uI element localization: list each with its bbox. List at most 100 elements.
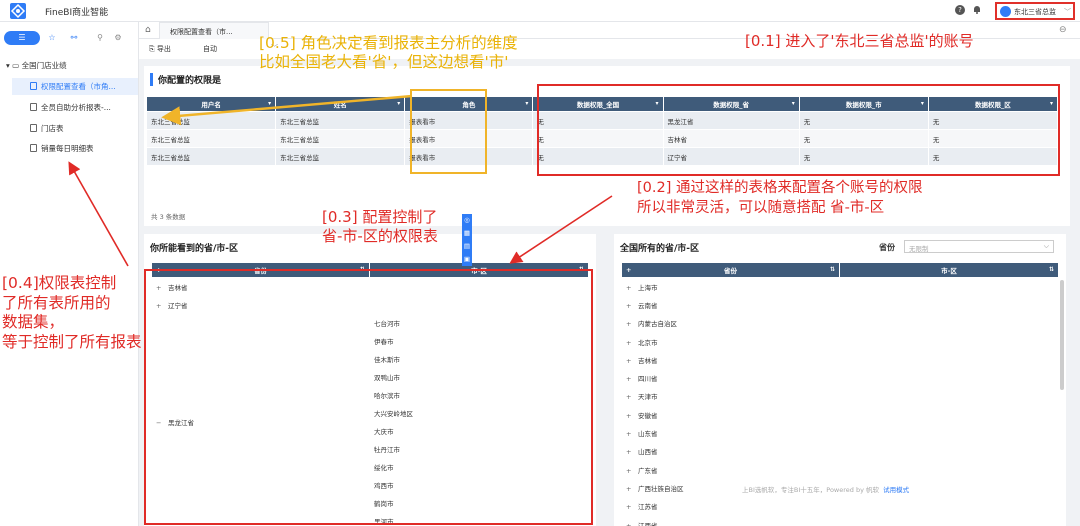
export-button[interactable]: ⎘ 导出 xyxy=(149,44,171,54)
expand-icon[interactable]: + xyxy=(626,522,634,526)
caret-down-icon[interactable]: ▾ xyxy=(921,100,924,107)
permission-config-panel: 你配置的权限是 用户名 ▾ 姓名 ▾ 角色 ▾ 数据权限_全国 ▾ 数据权限_省 ▾ 数据权限_市 ▾… xyxy=(144,66,1070,226)
expand-icon[interactable]: + xyxy=(626,448,634,456)
expand-icon[interactable]: + xyxy=(626,357,634,365)
column-header-city[interactable]: 市-区 ⇅ xyxy=(369,262,589,278)
column-header-city[interactable]: 市-区 ⇅ xyxy=(839,262,1059,278)
collapse-icon[interactable]: − xyxy=(156,419,164,427)
sidebar-item-permission-view[interactable]: 权限配置查看（市角... xyxy=(12,78,138,95)
province-cell[interactable]: + 山东省 xyxy=(621,423,840,443)
column-header[interactable]: 数据权限_全国 ▾ xyxy=(532,96,664,112)
table-icon[interactable]: ▤ xyxy=(462,240,472,253)
province-cell[interactable]: + 江苏省 xyxy=(621,496,840,516)
table-cell: 报表看市 xyxy=(404,111,534,130)
table-cell: 报表看市 xyxy=(404,147,534,166)
caret-down-icon[interactable]: ▾ xyxy=(656,100,659,107)
province-label: 辽宁省 xyxy=(168,301,188,310)
province-cell[interactable]: + 云南省 xyxy=(621,295,840,315)
city-cell: 黑河市 xyxy=(369,511,589,526)
column-header-province[interactable]: + 省份 ⇅ xyxy=(151,262,370,278)
city-cell xyxy=(839,459,1059,480)
province-cell[interactable]: + 辽宁省 xyxy=(151,295,370,314)
bell-icon[interactable] xyxy=(973,5,981,14)
province-cell[interactable]: + 江西省 xyxy=(621,514,840,526)
table-row: + 内蒙古自治区 xyxy=(621,313,1059,333)
expand-icon[interactable]: + xyxy=(626,412,634,420)
province-cell[interactable]: + 上海市 xyxy=(621,276,840,297)
column-header-province[interactable]: + 省份 ⇅ xyxy=(621,262,840,278)
expand-icon[interactable]: + xyxy=(626,375,634,383)
caret-down-icon[interactable]: ▾ xyxy=(1050,100,1053,107)
city-cell: 大兴安岭地区 xyxy=(369,403,589,422)
city-cell xyxy=(839,331,1059,352)
province-cell[interactable]: + 山西省 xyxy=(621,441,840,461)
province-cell[interactable]: − 黑龙江省 xyxy=(151,313,370,526)
expand-icon[interactable]: + xyxy=(626,503,634,511)
chevron-down-icon: ⌵ xyxy=(1043,242,1049,250)
filter-icon[interactable]: ▣ xyxy=(462,253,472,266)
sidebar-item-self-analysis[interactable]: 全员自助分析报表-... xyxy=(30,102,111,113)
province-cell[interactable]: + 吉林省 xyxy=(151,277,370,296)
expand-icon[interactable]: + xyxy=(626,284,634,292)
style-icon[interactable]: ◎ xyxy=(462,214,472,227)
expand-icon[interactable]: + xyxy=(626,302,634,310)
user-menu[interactable]: 东北三省总监 ﹀ xyxy=(995,2,1075,20)
user-name: 东北三省总监 xyxy=(1014,8,1056,16)
province-cell[interactable]: + 四川省 xyxy=(621,368,840,388)
province-label: 吉林省 xyxy=(168,283,188,292)
annotation-line: 等于控制了所有报表 xyxy=(2,332,142,351)
column-header[interactable]: 数据权限_区 ▾ xyxy=(927,96,1059,112)
column-header[interactable]: 数据权限_市 ▾ xyxy=(798,96,929,112)
directory-button[interactable]: ☰ xyxy=(4,31,40,45)
province-cell[interactable]: + 吉林省 xyxy=(621,350,840,370)
province-label: 广东省 xyxy=(638,466,658,475)
province-label: 江西省 xyxy=(638,521,658,526)
zoom-select[interactable]: 自动 xyxy=(203,44,217,54)
table-row: + 吉林省 xyxy=(621,350,1059,370)
home-icon[interactable]: ⌂ xyxy=(145,25,151,35)
settings-icon[interactable]: ⚙ xyxy=(112,31,124,45)
province-filter-select[interactable]: 无限制 ⌵ xyxy=(904,240,1054,253)
province-cell[interactable]: + 天津市 xyxy=(621,386,840,407)
expand-icon[interactable]: + xyxy=(156,302,164,310)
expand-icon[interactable]: + xyxy=(626,467,634,475)
column-header[interactable]: 用户名 ▾ xyxy=(145,96,277,112)
help-icon[interactable]: ? xyxy=(955,5,965,15)
caret-down-icon[interactable]: ▾ xyxy=(792,100,795,107)
collapse-icon[interactable]: ⊖ xyxy=(1059,25,1067,35)
province-cell[interactable]: + 广东省 xyxy=(621,459,840,480)
table-cell: 无 xyxy=(927,147,1059,166)
favorite-icon[interactable]: ☆ xyxy=(44,31,60,45)
share-icon[interactable]: ⚯ xyxy=(66,31,82,45)
sidebar-item-daily-sales[interactable]: 销量每日明细表 xyxy=(30,143,94,154)
province-cell[interactable]: + 北京市 xyxy=(621,331,840,352)
annotation-0-1: [0.1] 进入了'东北三省总监'的账号 xyxy=(745,32,974,50)
table-cell: 东北三省总监 xyxy=(275,111,406,130)
expand-icon[interactable]: + xyxy=(626,320,634,328)
expand-icon[interactable]: + xyxy=(626,430,634,438)
sidebar-item-store-table[interactable]: 门店表 xyxy=(30,123,64,134)
table-cell: 无 xyxy=(927,129,1059,148)
expand-icon[interactable]: + xyxy=(156,284,164,292)
table-row: + 上海市 xyxy=(621,276,1059,297)
folder-item[interactable]: ▾ ▭ 全国门店业绩 xyxy=(6,60,67,71)
expand-icon[interactable]: + xyxy=(626,393,634,401)
table-row: + 辽宁省 xyxy=(151,295,589,314)
search-icon[interactable]: ⚲ xyxy=(94,31,106,45)
province-cell[interactable]: + 安徽省 xyxy=(621,405,840,425)
column-header[interactable]: 角色 ▾ xyxy=(404,96,534,112)
scrollbar[interactable] xyxy=(1060,280,1064,390)
caret-down-icon[interactable]: ▾ xyxy=(525,100,528,107)
province-label: 云南省 xyxy=(638,301,658,310)
province-cell[interactable]: + 内蒙古自治区 xyxy=(621,313,840,333)
expand-icon[interactable]: + xyxy=(626,339,634,347)
column-header[interactable]: 数据权限_省 ▾ xyxy=(662,96,800,112)
caret-down-icon[interactable]: ▾ xyxy=(268,100,271,107)
chart-icon[interactable]: ▦ xyxy=(462,227,472,240)
city-cell: 双鸭山市 xyxy=(369,367,589,386)
expand-icon[interactable]: + xyxy=(626,485,634,493)
caret-down-icon[interactable]: ▾ xyxy=(397,100,400,107)
column-header[interactable]: 姓名 ▾ xyxy=(275,96,406,112)
trial-mode-link[interactable]: 试用模式 xyxy=(883,486,909,494)
tab-permission-view[interactable]: 权限配置查看（市... xyxy=(159,22,269,39)
